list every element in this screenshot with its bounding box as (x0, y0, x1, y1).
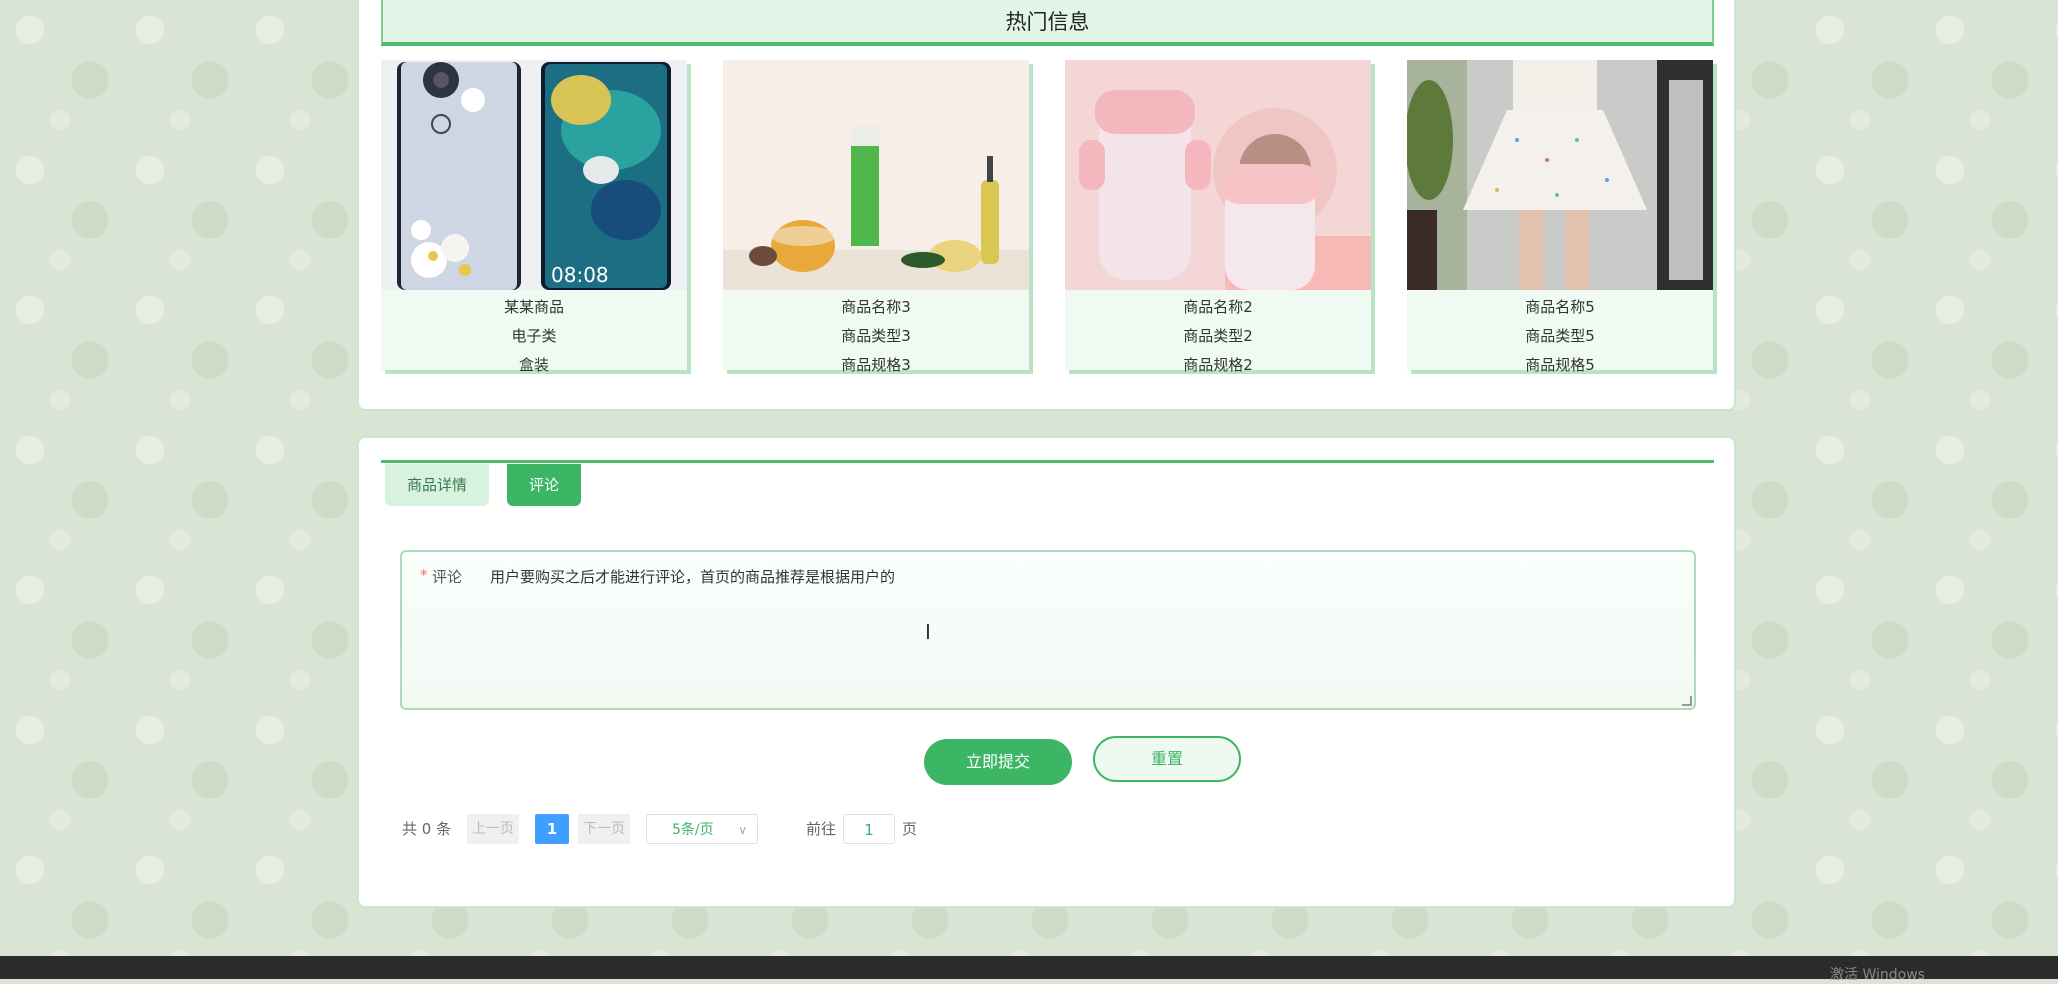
product-image-phone[interactable]: 08:08 (381, 60, 687, 290)
footer-bar: 激活 Windows (0, 956, 2058, 983)
product-card[interactable]: 商品名称5 商品类型5 商品规格5 (1407, 60, 1713, 374)
product-spec: 盒装 (518, 356, 549, 374)
svg-text:08:08: 08:08 (551, 263, 609, 287)
product-image-dress[interactable] (1407, 60, 1713, 290)
next-page-button[interactable]: 下一页 (578, 814, 630, 844)
product-card[interactable]: 商品名称3 商品类型3 商品规格3 (723, 60, 1029, 374)
hot-info-header: 热门信息 (381, 0, 1714, 46)
page-size-select[interactable]: 5条/页 ∨ (646, 814, 758, 844)
product-type: 商品类型5 (1525, 327, 1595, 345)
resize-handle-icon[interactable] (1682, 696, 1692, 706)
product-image-glassware[interactable] (723, 60, 1029, 290)
reset-button[interactable]: 重置 (1093, 736, 1241, 782)
comment-label: 评论 (432, 568, 463, 586)
product-name: 某某商品 (503, 298, 564, 316)
comment-panel: 商品详情 评论 * 评论 用户要购买之后才能进行评论，首页的商品推荐是根据用户的… (357, 436, 1736, 908)
tab-comment[interactable]: 评论 (507, 464, 582, 506)
pagination-total: 共 0 条 (402, 820, 452, 838)
goto-page-input[interactable]: 1 (843, 814, 895, 844)
product-type: 商品类型3 (841, 327, 911, 345)
product-type: 电子类 (511, 327, 557, 345)
comment-textarea[interactable]: * 评论 用户要购买之后才能进行评论，首页的商品推荐是根据用户的 (400, 550, 1696, 710)
product-name: 商品名称2 (1183, 298, 1253, 316)
chevron-down-icon: ∨ (738, 823, 747, 837)
product-name: 商品名称5 (1525, 298, 1595, 316)
page-number-button[interactable]: 1 (535, 814, 569, 844)
product-type: 商品类型2 (1183, 327, 1253, 345)
product-spec: 商品规格2 (1183, 356, 1253, 374)
product-image-baby-bottle[interactable] (1065, 60, 1371, 290)
page-size-value: 5条/页 (672, 822, 714, 838)
prev-page-button[interactable]: 上一页 (467, 814, 519, 844)
footer-text: 激活 Windows (1830, 967, 1925, 983)
product-spec: 商品规格3 (841, 356, 911, 374)
product-spec: 商品规格5 (1525, 356, 1595, 374)
hot-info-panel: 热门信息 08:08 某某商品 电子类 盒装 商品名称3 商品类型3 商品规格3… (357, 0, 1736, 411)
product-name: 商品名称3 (841, 298, 911, 316)
hot-info-title: 热门信息 (1005, 10, 1090, 34)
goto-label: 前往 (806, 820, 837, 838)
text-cursor-icon: Ι (925, 620, 931, 644)
goto-suffix-label: 页 (902, 820, 918, 838)
required-mark: * (420, 566, 428, 584)
product-card[interactable]: 08:08 某某商品 电子类 盒装 (381, 60, 687, 374)
comment-input-value[interactable]: 用户要购买之后才能进行评论，首页的商品推荐是根据用户的 (490, 566, 895, 587)
tab-product-detail[interactable]: 商品详情 (385, 464, 490, 506)
tab-bar-line (381, 460, 1714, 463)
submit-button[interactable]: 立即提交 (924, 739, 1072, 785)
product-card[interactable]: 商品名称2 商品类型2 商品规格2 (1065, 60, 1371, 374)
